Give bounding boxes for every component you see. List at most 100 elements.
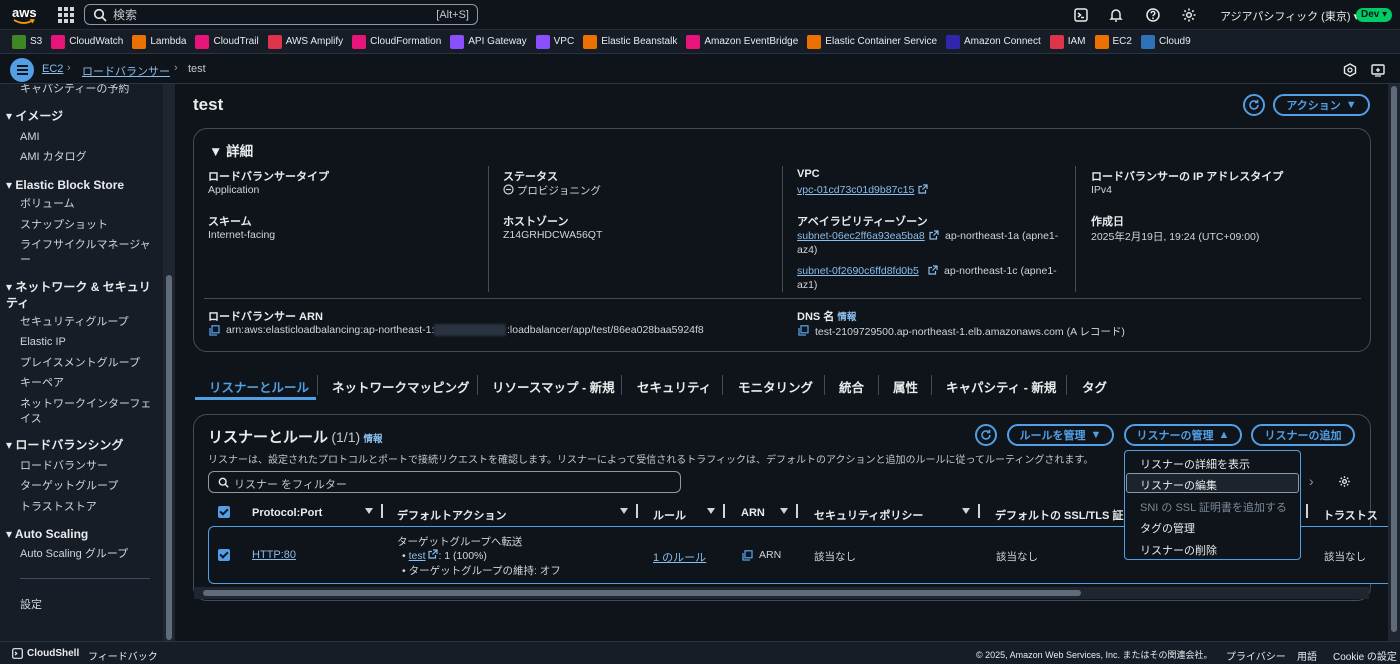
notifications-bell-icon[interactable]	[1108, 7, 1124, 23]
sidebar-item-target-groups[interactable]: ターゲットグループ	[20, 479, 160, 494]
protocol-port-link[interactable]: HTTP:80	[252, 549, 296, 561]
copy-icon[interactable]	[798, 325, 809, 336]
sort-caret-icon[interactable]	[780, 508, 788, 514]
account-badge[interactable]: Dev ▾	[1356, 8, 1393, 22]
breadcrumb-load-balancers[interactable]: ロードバランサー	[82, 63, 170, 79]
sort-caret-icon[interactable]	[962, 508, 970, 514]
menu-item-view-listener-details[interactable]: リスナーの詳細を表示	[1140, 456, 1250, 472]
sort-caret-icon[interactable]	[620, 508, 628, 514]
cloudshell-icon[interactable]	[1073, 7, 1089, 23]
col-security-policy[interactable]: セキュリティポリシー	[814, 507, 923, 523]
tab-3[interactable]: リソースマップ - 新規	[492, 377, 615, 396]
subnet-1-link[interactable]: subnet-06ec2ff6a93ea5ba8	[797, 230, 925, 242]
favorite-amazon-eventbridge[interactable]: Amazon EventBridge	[686, 34, 798, 49]
sidebar-item-load-balancers[interactable]: ロードバランサー	[20, 459, 160, 474]
external-link-icon[interactable]	[428, 549, 439, 559]
sidebar-item-network-interfaces[interactable]: ネットワークインターフェイス	[20, 397, 160, 427]
favorite-s3[interactable]: S3	[12, 34, 42, 49]
favorite-iam[interactable]: IAM	[1049, 34, 1086, 49]
sidebar-section-network-security[interactable]: ▾ ネットワーク & セキュリティ	[6, 279, 156, 311]
rules-link[interactable]: 1 のルール	[653, 549, 706, 565]
manage-rules-button[interactable]: ルールを管理 ▼	[1007, 424, 1114, 446]
footer-privacy[interactable]: プライバシー	[1226, 648, 1286, 663]
side-nav-toggle-icon[interactable]	[10, 58, 34, 82]
dns-info-link[interactable]: 情報	[837, 312, 856, 323]
column-resizer[interactable]	[1306, 504, 1308, 518]
favorite-cloudformation[interactable]: CloudFormation	[352, 34, 441, 49]
favorite-aws-amplify[interactable]: AWS Amplify	[267, 34, 343, 49]
column-resizer[interactable]	[723, 504, 725, 518]
details-heading[interactable]: ▼ 詳細	[209, 140, 253, 160]
col-default-cert[interactable]: デフォルトの SSL/TLS 証明	[995, 507, 1134, 523]
sidebar-item-ami-catalog[interactable]: AMI カタログ	[20, 150, 160, 165]
listeners-refresh-button[interactable]	[975, 424, 997, 446]
table-scrollbar-thumb[interactable]	[203, 590, 1081, 596]
listeners-info-link[interactable]: 情報	[364, 434, 383, 445]
sidebar-item-key-pairs[interactable]: キーペア	[20, 376, 160, 391]
services-menu-icon[interactable]	[58, 7, 74, 23]
external-link-icon[interactable]	[918, 184, 928, 194]
sidebar-item-placement-groups[interactable]: プレイスメントグループ	[20, 356, 160, 371]
select-all-checkbox[interactable]	[218, 506, 230, 518]
favorite-cloudwatch[interactable]: CloudWatch	[51, 34, 123, 49]
sort-caret-icon[interactable]	[365, 508, 373, 514]
footer-cloudshell[interactable]: CloudShell	[27, 648, 79, 659]
table-preferences-gear-icon[interactable]	[1338, 475, 1351, 488]
sidebar-section-ebs[interactable]: ▾ Elastic Block Store	[6, 177, 156, 193]
region-selector[interactable]: アジアパシフィック (東京) ▾	[1220, 8, 1359, 24]
next-page-icon[interactable]: ›	[1309, 473, 1314, 489]
column-resizer[interactable]	[978, 504, 980, 518]
tab-8[interactable]: キャパシティ - 新規	[946, 377, 1056, 396]
tab-9[interactable]: タグ	[1082, 377, 1107, 396]
external-link-icon[interactable]	[928, 265, 938, 275]
external-link-icon[interactable]	[929, 230, 939, 240]
sidebar-item-elastic-ip[interactable]: Elastic IP	[20, 335, 160, 350]
sidebar-item-auto-scaling-groups[interactable]: Auto Scaling グループ	[20, 547, 160, 562]
column-resizer[interactable]	[636, 504, 638, 518]
favorite-api-gateway[interactable]: API Gateway	[450, 34, 527, 49]
favorite-lambda[interactable]: Lambda	[132, 34, 186, 49]
footer-feedback[interactable]: フィードバック	[88, 648, 158, 663]
listener-filter-input[interactable]: リスナー をフィルター	[208, 471, 681, 493]
refresh-button[interactable]	[1243, 94, 1265, 116]
sidebar-item-ami[interactable]: AMI	[20, 130, 160, 145]
favorite-ec2[interactable]: EC2	[1094, 34, 1132, 49]
sidebar-scrollbar-thumb[interactable]	[166, 275, 172, 640]
settings-gear-icon[interactable]	[1181, 7, 1197, 23]
sidebar-item-trust-stores[interactable]: トラストストア	[20, 500, 160, 515]
add-listener-button[interactable]: リスナーの追加	[1251, 424, 1355, 446]
sort-caret-icon[interactable]	[707, 508, 715, 514]
copy-icon[interactable]	[742, 550, 753, 561]
target-group-link[interactable]: test	[409, 550, 426, 562]
tab-2[interactable]: ネットワークマッピング	[332, 377, 470, 396]
tab-6[interactable]: 統合	[839, 377, 864, 396]
actions-button[interactable]: アクション ▼	[1273, 94, 1370, 116]
search-input[interactable]: 検索 [Alt+S]	[84, 4, 478, 25]
tab-4[interactable]: セキュリティ	[637, 377, 711, 396]
favorite-cloudtrail[interactable]: CloudTrail	[195, 34, 259, 49]
arn-copy-label[interactable]: ARN	[759, 549, 781, 561]
copy-icon[interactable]	[209, 325, 220, 336]
sidebar-section-auto-scaling[interactable]: ▾ Auto Scaling	[6, 526, 156, 542]
footer-terms[interactable]: 用語	[1297, 648, 1317, 663]
col-arn[interactable]: ARN	[741, 507, 765, 519]
sidebar-item-capacity-reservations[interactable]: キャパシティーの予約	[20, 84, 160, 97]
menu-item-manage-tags[interactable]: タグの管理	[1140, 520, 1195, 536]
tab-7[interactable]: 属性	[893, 377, 918, 396]
tools-panel-icon[interactable]	[1371, 63, 1385, 77]
sidebar-item-settings[interactable]: 設定	[20, 598, 160, 613]
tab-1[interactable]: リスナーとルール	[209, 377, 309, 396]
cloudshell-icon[interactable]	[12, 648, 23, 659]
tab-5[interactable]: モニタリング	[738, 377, 813, 396]
subnet-2-link[interactable]: subnet-0f2690c6ffd8fd0b5	[797, 265, 919, 277]
main-scrollbar-thumb[interactable]	[1391, 86, 1397, 632]
menu-item-edit-listener[interactable]: リスナーの編集	[1140, 477, 1217, 493]
sidebar-section-load-balancing[interactable]: ▾ ロードバランシング	[6, 437, 156, 453]
col-rules[interactable]: ルール	[653, 507, 686, 523]
sidebar-section-images[interactable]: ▾ イメージ	[6, 108, 156, 124]
column-resizer[interactable]	[381, 504, 383, 518]
column-resizer[interactable]	[796, 504, 798, 518]
vpc-link[interactable]: vpc-01cd73c01d9b87c15	[797, 184, 914, 196]
col-protocol-port[interactable]: Protocol:Port	[252, 507, 322, 519]
row-checkbox[interactable]	[218, 549, 230, 561]
